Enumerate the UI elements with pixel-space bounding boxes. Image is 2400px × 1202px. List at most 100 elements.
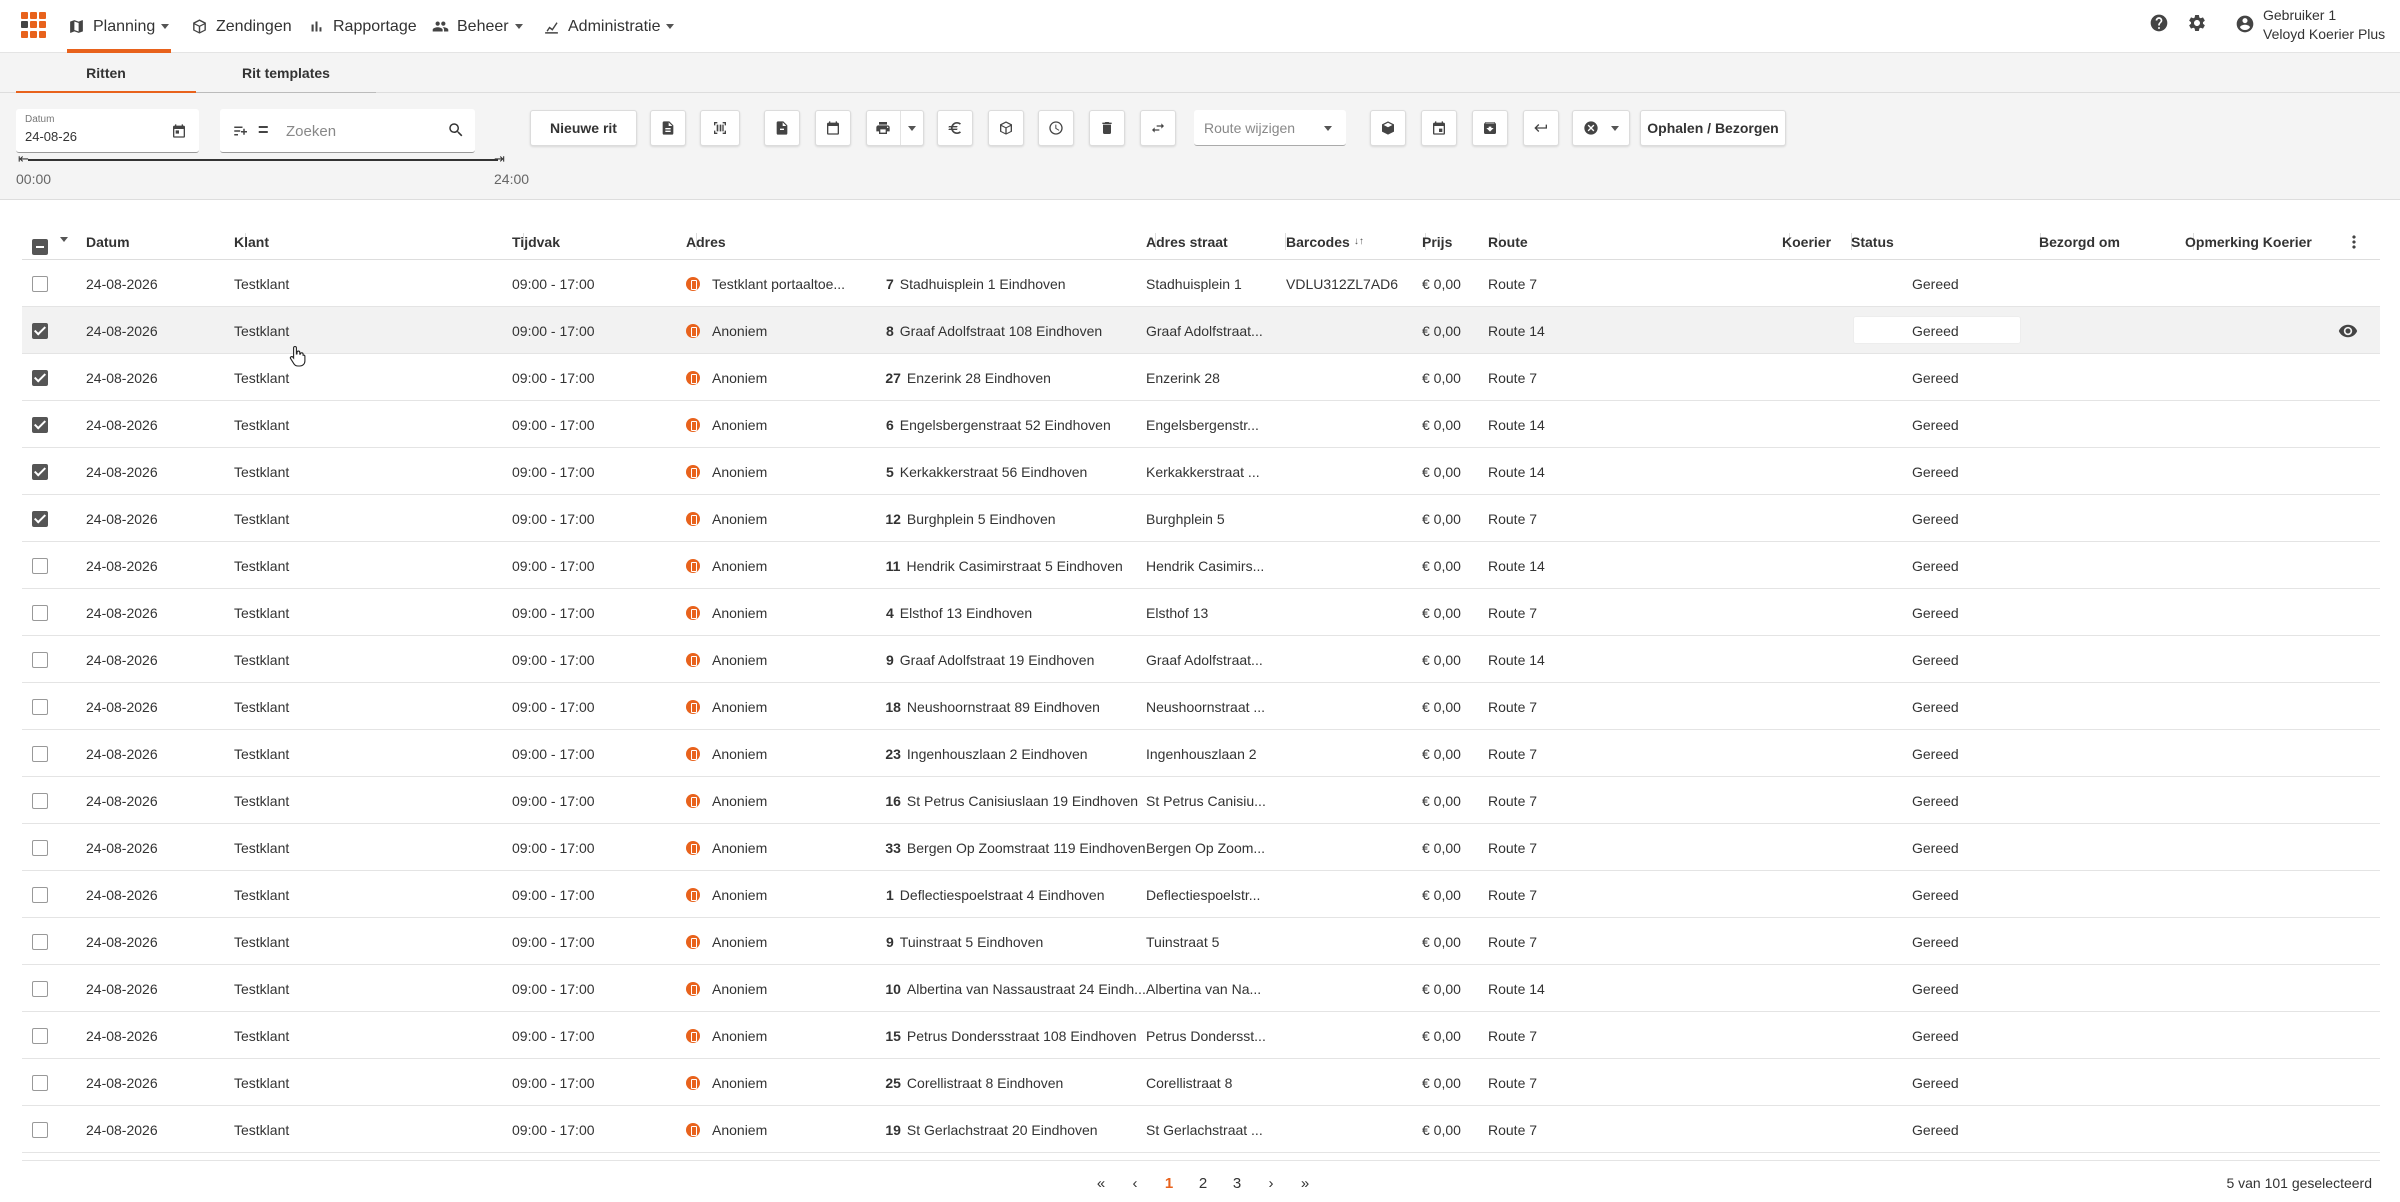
date-field[interactable]: Datum 24-08-26: [16, 109, 199, 153]
table-row[interactable]: 24-08-2026 Testklant 09:00 - 17:00 Anoniem 9…: [22, 918, 2380, 965]
table-row[interactable]: 24-08-2026 Testklant 09:00 - 17:00 Anoniem 1…: [22, 1106, 2380, 1153]
row-checkbox[interactable]: [32, 417, 48, 433]
nav-rapportage[interactable]: Rapportage: [308, 0, 417, 53]
package-button[interactable]: [988, 110, 1024, 146]
last-page-icon[interactable]: »: [1292, 1171, 1318, 1195]
table-row[interactable]: 24-08-2026 Testklant 09:00 - 17:00 Anoniem 4…: [22, 589, 2380, 636]
table-row[interactable]: 24-08-2026 Testklant 09:00 - 17:00 Anoniem 2…: [22, 354, 2380, 401]
row-checkbox[interactable]: [32, 934, 48, 950]
package-action-button[interactable]: [1370, 110, 1406, 146]
first-page-icon[interactable]: «: [1088, 1171, 1114, 1195]
swap-button[interactable]: [1140, 110, 1176, 146]
row-checkbox[interactable]: [32, 840, 48, 856]
table-row[interactable]: 24-08-2026 Testklant 09:00 - 17:00 Anoniem 2…: [22, 730, 2380, 777]
table-row[interactable]: 24-08-2026 Testklant 09:00 - 17:00 Anoniem 1…: [22, 495, 2380, 542]
next-page-icon[interactable]: ›: [1258, 1171, 1284, 1195]
page-button-1[interactable]: 1: [1156, 1171, 1182, 1195]
tab-rit-templates[interactable]: Rit templates: [196, 53, 376, 93]
row-checkbox[interactable]: [32, 276, 48, 292]
gear-icon[interactable]: [2187, 13, 2207, 33]
nav-zendingen[interactable]: Zendingen: [191, 0, 292, 53]
pdf-button[interactable]: [764, 110, 800, 146]
row-checkbox[interactable]: [32, 605, 48, 621]
archive-button[interactable]: [1472, 110, 1508, 146]
table-row[interactable]: 24-08-2026 Testklant 09:00 - 17:00 Testklan…: [22, 260, 2380, 307]
schedule-button[interactable]: [1421, 110, 1457, 146]
calendar-button[interactable]: [815, 110, 851, 146]
column-header-opmerking-koerier[interactable]: Opmerking Koerier: [2185, 223, 2335, 260]
column-header-route[interactable]: Route: [1488, 223, 1790, 260]
table-header: Datum Klant Tijdvak Adres Adres straat B…: [22, 223, 2380, 260]
row-checkbox[interactable]: [32, 793, 48, 809]
eye-icon[interactable]: [2338, 321, 2358, 341]
column-header-adres[interactable]: Adres: [686, 223, 1156, 260]
range-end-handle-icon[interactable]: ⇥: [494, 152, 508, 166]
table-row[interactable]: 24-08-2026 Testklant 09:00 - 17:00 Anoniem 2…: [22, 1059, 2380, 1106]
chevron-down-icon[interactable]: [60, 237, 68, 242]
table-row[interactable]: 24-08-2026 Testklant 09:00 - 17:00 Anoniem 5…: [22, 448, 2380, 495]
app-grid-logo[interactable]: [21, 12, 47, 38]
tab-ritten[interactable]: Ritten: [16, 53, 196, 93]
column-header-koerier[interactable]: Koerier: [1782, 223, 1852, 260]
table-row[interactable]: 24-08-2026 Testklant 09:00 - 17:00 Anoniem 1…: [22, 542, 2380, 589]
row-checkbox[interactable]: [32, 323, 48, 339]
column-header-tijdvak[interactable]: Tijdvak: [512, 223, 697, 260]
search-operator[interactable]: =: [258, 120, 269, 141]
table-row[interactable]: 24-08-2026 Testklant 09:00 - 17:00 Anoniem 6…: [22, 401, 2380, 448]
row-checkbox[interactable]: [32, 1122, 48, 1138]
search-icon[interactable]: [447, 121, 465, 139]
column-header-status[interactable]: Status: [1851, 223, 2041, 260]
help-icon[interactable]: [2149, 13, 2169, 33]
location-pin-icon: [686, 511, 700, 526]
column-header-adres-straat[interactable]: Adres straat: [1146, 223, 1286, 260]
calendar-icon[interactable]: [171, 123, 187, 139]
row-checkbox[interactable]: [32, 558, 48, 574]
price-button[interactable]: [937, 110, 973, 146]
column-header-barcodes[interactable]: Barcodes ↓↑: [1286, 223, 1426, 260]
nav-planning[interactable]: Planning: [68, 0, 170, 53]
row-checkbox[interactable]: [32, 746, 48, 762]
search-input[interactable]: [286, 121, 436, 141]
row-checkbox[interactable]: [32, 1028, 48, 1044]
row-checkbox[interactable]: [32, 887, 48, 903]
column-header-datum[interactable]: Datum: [86, 223, 246, 260]
more-vert-icon[interactable]: [2344, 232, 2364, 252]
table-row[interactable]: 24-08-2026 Testklant 09:00 - 17:00 Anoniem 1…: [22, 683, 2380, 730]
route-change-select[interactable]: Route wijzigen: [1194, 110, 1346, 146]
print-button[interactable]: [866, 110, 924, 146]
table-row[interactable]: 24-08-2026 Testklant 09:00 - 17:00 Anoniem 1…: [22, 777, 2380, 824]
cancel-status-button[interactable]: [1572, 110, 1630, 146]
row-checkbox[interactable]: [32, 1075, 48, 1091]
document-button[interactable]: [650, 110, 686, 146]
nav-administratie[interactable]: Administratie: [543, 0, 675, 53]
table-row[interactable]: 24-08-2026 Testklant 09:00 - 17:00 Anoniem 1…: [22, 965, 2380, 1012]
time-range-slider[interactable]: ⇤ ⇥: [18, 152, 508, 166]
time-button[interactable]: [1038, 110, 1074, 146]
page-button-2[interactable]: 2: [1190, 1171, 1216, 1195]
user-menu[interactable]: Gebruiker 1 Veloyd Koerier Plus: [2235, 6, 2385, 44]
undo-button[interactable]: [1523, 110, 1559, 146]
page-button-3[interactable]: 3: [1224, 1171, 1250, 1195]
row-checkbox[interactable]: [32, 370, 48, 386]
table-row[interactable]: 24-08-2026 Testklant 09:00 - 17:00 Anoniem 9…: [22, 636, 2380, 683]
column-header-bezorgd-om[interactable]: Bezorgd om: [2039, 223, 2194, 260]
table-row[interactable]: 24-08-2026 Testklant 09:00 - 17:00 Anoniem 3…: [22, 824, 2380, 871]
sort-icon[interactable]: ↓↑: [1354, 236, 1364, 247]
table-row[interactable]: 24-08-2026 Testklant 09:00 - 17:00 Anoniem 1…: [22, 1012, 2380, 1059]
table-row[interactable]: 24-08-2026 Testklant 09:00 - 17:00 Anoniem 8…: [22, 307, 2380, 354]
table-row[interactable]: 24-08-2026 Testklant 09:00 - 17:00 Anoniem 1…: [22, 871, 2380, 918]
pickup-deliver-button[interactable]: Ophalen / Bezorgen: [1640, 110, 1786, 146]
column-header-klant[interactable]: Klant: [234, 223, 524, 260]
select-all-checkbox[interactable]: [32, 239, 48, 255]
filter-add-icon[interactable]: [232, 122, 250, 140]
row-checkbox[interactable]: [32, 652, 48, 668]
row-checkbox[interactable]: [32, 981, 48, 997]
scan-barcode-button[interactable]: [700, 110, 740, 146]
row-checkbox[interactable]: [32, 464, 48, 480]
delete-button[interactable]: [1089, 110, 1125, 146]
nav-beheer[interactable]: Beheer: [432, 0, 523, 53]
row-checkbox[interactable]: [32, 699, 48, 715]
previous-page-icon[interactable]: ‹: [1122, 1171, 1148, 1195]
row-checkbox[interactable]: [32, 511, 48, 527]
new-ride-button[interactable]: Nieuwe rit: [530, 110, 637, 146]
